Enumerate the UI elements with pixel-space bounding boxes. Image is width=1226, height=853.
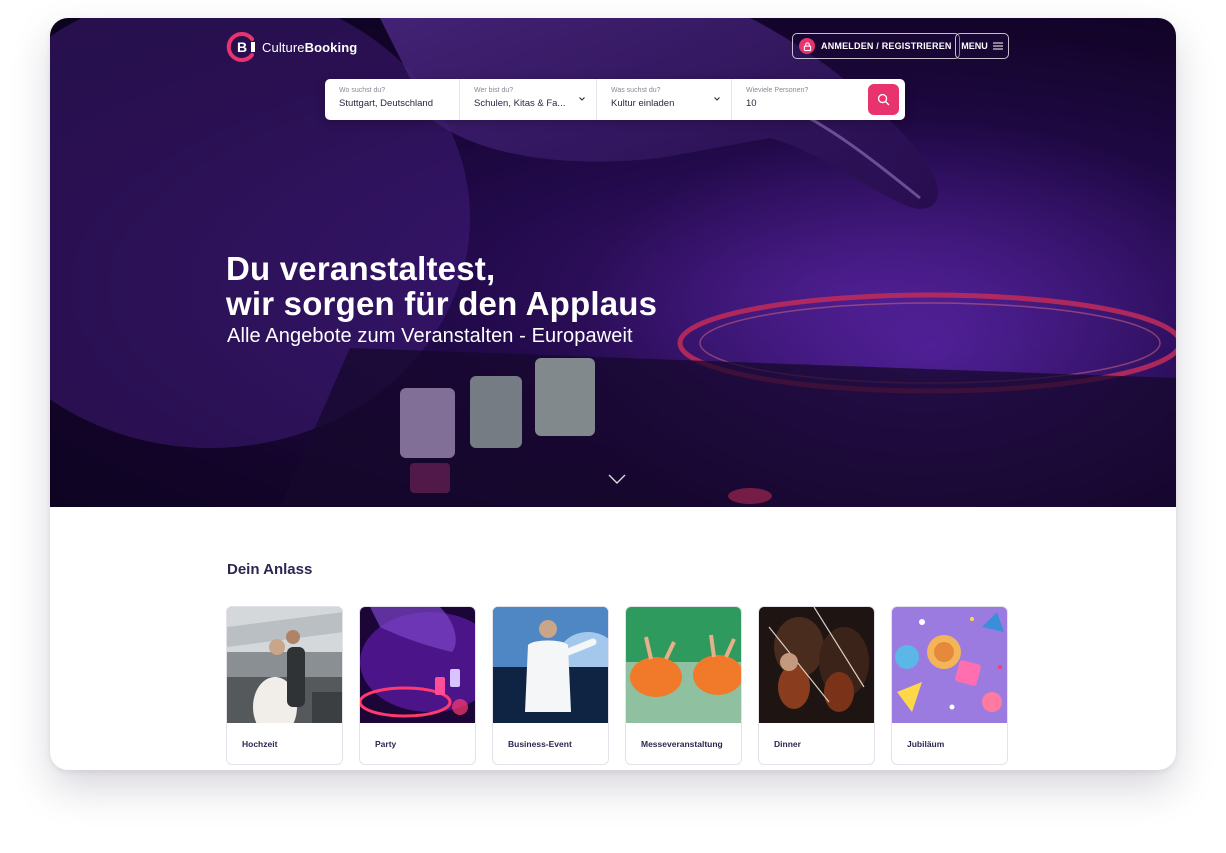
speaker-photo: [493, 607, 608, 723]
login-register-button[interactable]: ANMELDEN / REGISTRIEREN: [792, 33, 960, 59]
audience-select[interactable]: Wer bist du? Schulen, Kitas & Fa...: [460, 79, 597, 120]
occasion-label: Messeveranstaltung: [641, 739, 723, 749]
hero-headline-line1: Du veranstaltest,: [226, 250, 496, 287]
search-button[interactable]: [868, 84, 899, 115]
occasion-card-hochzeit[interactable]: Hochzeit: [226, 606, 343, 765]
occasion-card-dinner[interactable]: Dinner: [758, 606, 875, 765]
login-register-label: ANMELDEN / REGISTRIEREN: [821, 41, 952, 51]
dj-photo: [360, 607, 475, 723]
occasion-label: Party: [375, 739, 397, 749]
hero-section: B CultureBooking ANMELDEN / REGISTRIEREN…: [50, 18, 1176, 507]
occasion-label: Jubiläum: [907, 739, 945, 749]
dancers-photo: [626, 607, 741, 723]
occasion-label: Business-Event: [508, 739, 572, 749]
occasion-label: Dinner: [774, 739, 801, 749]
audience-label: Wer bist du?: [474, 87, 514, 94]
category-select[interactable]: Was suchst du? Kultur einladen: [597, 79, 732, 120]
hero-subline: Alle Angebote zum Veranstalten - Europaw…: [227, 325, 633, 347]
hero-headline-line2: wir sorgen für den Applaus: [226, 285, 658, 322]
location-value: Stuttgart, Deutschland: [339, 98, 433, 109]
location-label: Wo suchst du?: [339, 87, 386, 94]
occasion-list: Hochzeit Party Business-Event Messeveran…: [226, 606, 1008, 765]
menu-label: MENU: [961, 41, 988, 51]
lock-icon: [799, 38, 815, 54]
browser-frame: B CultureBooking ANMELDEN / REGISTRIEREN…: [50, 18, 1176, 770]
persons-field[interactable]: Wieviele Personen? 10: [732, 79, 862, 120]
party-table-photo: [892, 607, 1007, 723]
category-value: Kultur einladen: [611, 98, 675, 109]
occasion-card-messeveranstaltung[interactable]: Messeveranstaltung: [625, 606, 742, 765]
hamburger-icon: [992, 42, 1003, 50]
menu-button[interactable]: MENU: [955, 33, 1009, 59]
logo-mark-icon: B: [226, 31, 258, 63]
occasion-card-business-event[interactable]: Business-Event: [492, 606, 609, 765]
scroll-down-chevron-icon[interactable]: [607, 473, 627, 485]
violin-photo: [759, 607, 874, 723]
chevron-down-icon: [714, 97, 720, 101]
logo-name-bold: Booking: [304, 39, 358, 55]
persons-value: 10: [746, 98, 757, 109]
logo-letter: B: [237, 39, 247, 55]
category-label: Was suchst du?: [611, 87, 661, 94]
chevron-down-icon: [579, 97, 585, 101]
logo-name-light: Culture: [262, 39, 305, 55]
search-icon: [877, 93, 890, 106]
occasion-label: Hochzeit: [242, 739, 278, 749]
location-field[interactable]: Wo suchst du? Stuttgart, Deutschland: [325, 79, 460, 120]
occasion-card-jubilaeum[interactable]: Jubiläum: [891, 606, 1008, 765]
search-bar: Wo suchst du? Stuttgart, Deutschland Wer…: [325, 79, 905, 120]
logo[interactable]: B CultureBooking: [226, 31, 357, 63]
wedding-photo: [227, 607, 342, 723]
occasions-title: Dein Anlass: [227, 561, 313, 578]
hero-headline: Du veranstaltest, wir sorgen für den App…: [226, 251, 657, 321]
audience-value: Schulen, Kitas & Fa...: [474, 98, 566, 109]
logo-wordmark: CultureBooking: [262, 40, 357, 55]
occasion-card-party[interactable]: Party: [359, 606, 476, 765]
persons-label: Wieviele Personen?: [746, 87, 809, 94]
